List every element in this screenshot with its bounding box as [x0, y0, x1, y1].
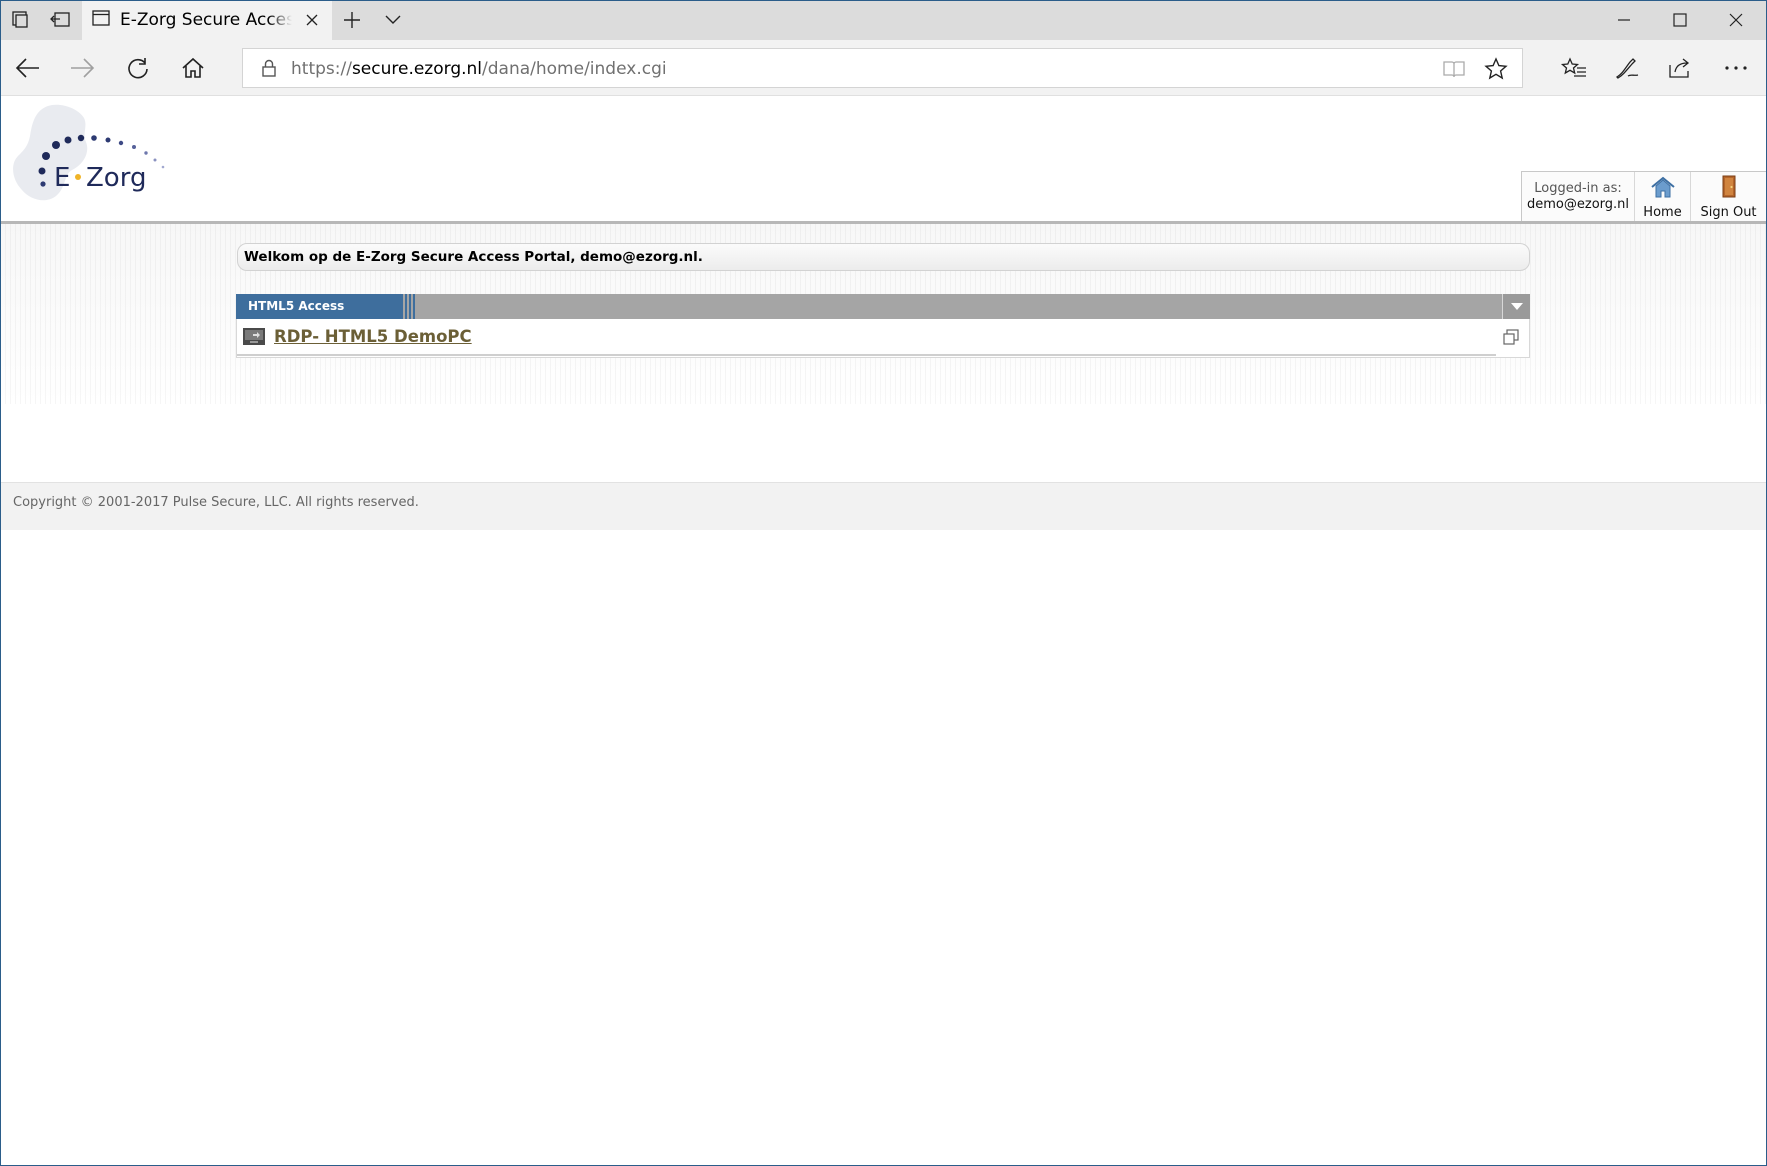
url-text[interactable]: https://secure.ezorg.nl/dana/home/index.… [291, 59, 667, 79]
sign-out-label: Sign Out [1700, 205, 1757, 220]
collapse-panel-chevron-icon[interactable] [1502, 294, 1530, 319]
svg-text:E: E [54, 163, 70, 193]
session-link-rdp-demopc[interactable]: RDP- HTML5 DemoPC [274, 327, 472, 346]
favorites-hub-icon[interactable] [1558, 52, 1590, 84]
tab-preview-chevron-icon[interactable] [381, 8, 405, 32]
remote-desktop-icon [243, 328, 265, 345]
username: demo@ezorg.nl [1527, 197, 1629, 212]
lock-icon[interactable] [259, 58, 279, 78]
close-window-icon[interactable] [1708, 0, 1764, 40]
html5-sessions-panel-body: RDP- HTML5 DemoPC [236, 319, 1530, 358]
door-icon [1719, 175, 1739, 203]
copyright-text: Copyright © 2001-2017 Pulse Secure, LLC.… [13, 495, 419, 510]
maximize-icon[interactable] [1652, 0, 1708, 40]
row-divider [237, 354, 1496, 356]
close-tab-icon[interactable] [302, 10, 322, 30]
logged-in-info: Logged-in as: demo@ezorg.nl [1522, 172, 1635, 221]
tab-groups-icon[interactable] [8, 8, 32, 32]
sign-out-button[interactable]: Sign Out [1691, 172, 1766, 221]
home-icon[interactable] [177, 52, 209, 84]
home-house-icon [1650, 176, 1676, 203]
open-new-window-icon[interactable] [1503, 329, 1519, 345]
welcome-message: Welkom op de E-Zorg Secure Access Portal… [237, 243, 1530, 271]
reading-view-icon[interactable] [1442, 57, 1466, 81]
more-options-icon[interactable] [1720, 52, 1752, 84]
set-aside-tabs-icon[interactable] [48, 8, 72, 32]
active-tab[interactable]: E-Zorg Secure Access Portal [82, 0, 332, 40]
minimize-icon[interactable] [1596, 0, 1652, 40]
logged-in-label: Logged-in as: [1534, 181, 1622, 196]
share-icon[interactable] [1664, 52, 1696, 84]
html5-sessions-panel-header: HTML5 Access Sessions [236, 294, 1530, 338]
ezorg-logo: E Zorg [8, 104, 188, 214]
forward-icon[interactable] [66, 52, 98, 84]
window-frame [0, 0, 1767, 1166]
pen-notes-icon[interactable] [1611, 52, 1643, 84]
panel-tab-stripes [401, 294, 417, 319]
home-label: Home [1643, 205, 1682, 220]
favorite-star-icon[interactable] [1484, 57, 1508, 81]
refresh-icon[interactable] [122, 52, 154, 84]
address-bar[interactable]: https://secure.ezorg.nl/dana/home/index.… [242, 48, 1523, 88]
back-icon[interactable] [12, 52, 44, 84]
footer: Copyright © 2001-2017 Pulse Secure, LLC.… [0, 482, 1767, 530]
svg-text:Zorg: Zorg [86, 163, 146, 193]
user-toolbar: Logged-in as: demo@ezorg.nl Home Sign Ou… [1521, 171, 1767, 221]
browser-nav-bar: https://secure.ezorg.nl/dana/home/index.… [0, 40, 1767, 96]
tab-title: E-Zorg Secure Access Portal [120, 10, 292, 30]
panel-title: HTML5 Access Sessions [236, 294, 417, 338]
browser-tab-bar: E-Zorg Secure Access Portal [0, 0, 1767, 40]
home-button[interactable]: Home [1635, 172, 1691, 221]
new-tab-icon[interactable] [340, 8, 364, 32]
page-favicon-icon [92, 9, 110, 31]
